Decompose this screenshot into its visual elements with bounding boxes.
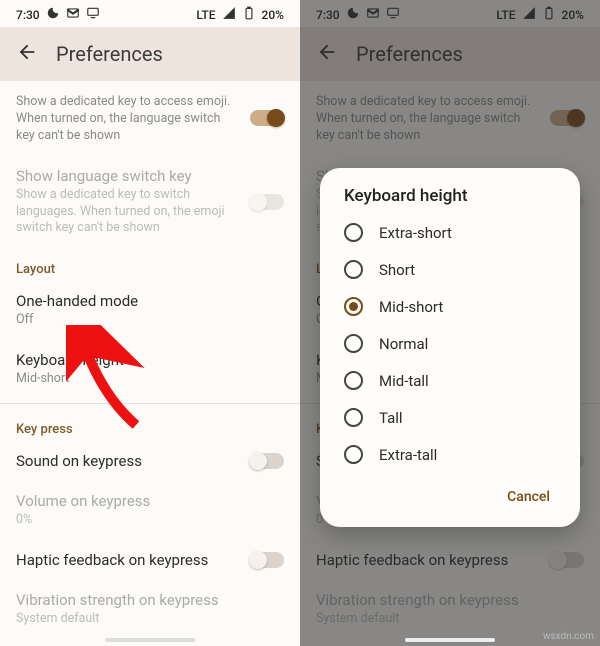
radio-option-mid-tall[interactable]: Mid-tall [328, 362, 572, 399]
haptic-item[interactable]: Haptic feedback on keypress [0, 540, 300, 580]
lang-switch-label: Show language switch key [16, 167, 238, 185]
vibration-item: Vibration strength on keypress System de… [0, 580, 300, 639]
status-net: LTE [196, 8, 215, 22]
sound-label: Sound on keypress [16, 452, 238, 470]
sound-toggle[interactable] [250, 453, 284, 469]
radio-label: Extra-tall [379, 446, 437, 464]
radio-icon [344, 260, 363, 279]
haptic-label: Haptic feedback on keypress [16, 551, 238, 569]
haptic-toggle[interactable] [250, 552, 284, 568]
divider [0, 403, 300, 404]
nav-pill[interactable] [405, 638, 495, 642]
vibration-value: System default [16, 611, 284, 628]
status-bar: 7:30 LTE 20% [0, 0, 300, 27]
one-handed-value: Off [16, 312, 284, 329]
status-batt: 20% [262, 8, 284, 22]
keyboard-height-dialog: Keyboard height Extra-short Short Mid-shor… [320, 168, 580, 527]
radio-option-short[interactable]: Short [328, 251, 572, 288]
nav-pill[interactable] [105, 638, 195, 642]
screenshot-left: 7:30 LTE 20% Preferences Show a dedicate… [0, 0, 300, 646]
volume-label: Volume on keypress [16, 492, 284, 510]
radio-label: Tall [379, 409, 403, 427]
one-handed-label: One-handed mode [16, 292, 284, 310]
section-layout: Layout [0, 248, 300, 281]
cancel-button[interactable]: Cancel [499, 481, 558, 513]
section-keypress: Key press [0, 408, 300, 441]
volume-item: Volume on keypress 0% [0, 481, 300, 540]
status-time: 7:30 [16, 8, 40, 22]
keyboard-height-value: Mid-short [16, 371, 284, 388]
keyboard-height-label: Keyboard height [16, 351, 284, 369]
emoji-key-item[interactable]: Show a dedicated key to access emoji. Wh… [0, 81, 300, 156]
back-icon[interactable] [16, 41, 38, 67]
volume-value: 0% [16, 512, 284, 529]
page-title: Preferences [56, 42, 163, 66]
keyboard-height-item[interactable]: Keyboard height Mid-short [0, 340, 300, 399]
radio-label: Short [379, 261, 415, 279]
radio-option-extra-tall[interactable]: Extra-tall [328, 436, 572, 473]
radio-icon [344, 334, 363, 353]
radio-label: Normal [379, 335, 428, 353]
battery-icon [242, 6, 256, 23]
radio-icon [344, 223, 363, 242]
radio-icon [344, 297, 363, 316]
dialog-title: Keyboard height [328, 186, 572, 214]
emoji-key-toggle[interactable] [250, 110, 284, 126]
emoji-key-desc: Show a dedicated key to access emoji. Wh… [16, 94, 238, 145]
radio-label: Mid-short [379, 298, 443, 316]
radio-option-normal[interactable]: Normal [328, 325, 572, 362]
radio-icon [344, 371, 363, 390]
lang-switch-toggle [250, 194, 284, 210]
radio-label: Mid-tall [379, 372, 429, 390]
sound-item[interactable]: Sound on keypress [0, 441, 300, 481]
settings-list: Show a dedicated key to access emoji. Wh… [0, 81, 300, 646]
lang-switch-item: Show language switch key Show a dedicate… [0, 156, 300, 249]
one-handed-item[interactable]: One-handed mode Off [0, 281, 300, 340]
screenshot-right: 7:30 LTE 20% Preferences Show a dedicate… [300, 0, 600, 646]
radio-option-mid-short[interactable]: Mid-short [328, 288, 572, 325]
signal-icon [222, 6, 236, 23]
app-bar: Preferences [0, 27, 300, 81]
radio-icon [344, 408, 363, 427]
radio-label: Extra-short [379, 224, 452, 242]
radio-option-tall[interactable]: Tall [328, 399, 572, 436]
radio-option-extra-short[interactable]: Extra-short [328, 214, 572, 251]
vibration-label: Vibration strength on keypress [16, 591, 284, 609]
lang-switch-desc: Show a dedicated key to switch languages… [16, 187, 238, 238]
radio-icon [344, 445, 363, 464]
mail-icon [66, 6, 80, 23]
moon-icon [46, 6, 60, 23]
cast-icon [86, 6, 100, 23]
watermark: wsxdn.com [543, 631, 594, 642]
